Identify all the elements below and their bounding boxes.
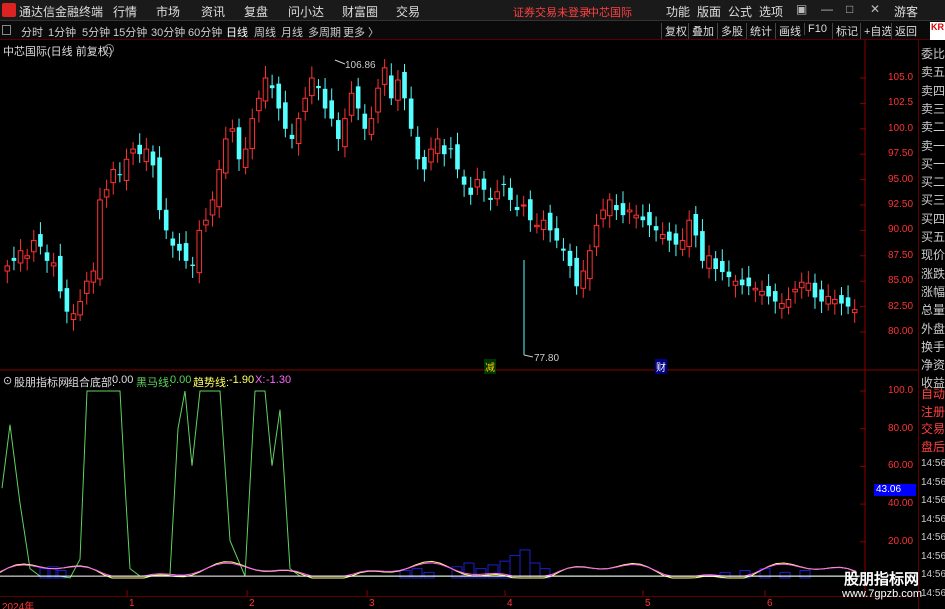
price-tick: 100.0 <box>888 122 914 134</box>
date-month-4: 4 <box>507 598 513 609</box>
side-item: 卖四 <box>921 83 945 98</box>
side-item: 买一 <box>921 156 945 171</box>
price-tick: 85.00 <box>888 275 914 287</box>
date-month-1: 1 <box>129 598 135 609</box>
kline-chart[interactable]: 106.86 77.80 <box>0 0 918 596</box>
side-item: 涨跌 <box>921 266 945 281</box>
price-tick: 95.00 <box>888 173 914 185</box>
watermark-url: www.7gpzb.com <box>842 588 923 600</box>
side-item: 买三 <box>921 193 945 208</box>
side-item: 14:56 <box>921 550 945 562</box>
side-item: 14:56 <box>921 495 945 506</box>
side-item: 14:56 <box>921 458 945 469</box>
watermark-title: 股朋指标网 <box>844 571 920 588</box>
indicator-settings-icon[interactable]: ⊙ <box>3 374 12 387</box>
tag-jian[interactable]: 减 <box>484 359 496 374</box>
side-item: 卖一 <box>921 138 945 153</box>
side-item: 14:56 <box>921 476 945 488</box>
date-month-3: 3 <box>369 598 375 609</box>
indicator-tick: 20.00 <box>888 535 914 547</box>
date-axis: 2024年 1 2 3 4 5 6 <box>0 596 918 609</box>
indicator-tick: 60.00 <box>888 460 914 472</box>
heima-line <box>1 390 860 579</box>
quote-side-panel: 委比 卖五 卖四 卖三 卖二 卖一 买一 买二 买三 买四 买五 现价 涨跌 涨幅 总量 外盘 换手 净资 收益 自动… <box>918 40 945 609</box>
side-item: 现价 <box>921 248 945 263</box>
side-item: 外盘 <box>921 321 945 336</box>
x-value: -1.30 <box>266 374 292 386</box>
indicator-tick: 80.00 <box>888 422 914 434</box>
side-item: 14:56 <box>921 587 945 599</box>
side-item: 卖二 <box>921 120 945 135</box>
date-month-2: 2 <box>249 598 255 609</box>
price-tick: 92.50 <box>888 199 914 210</box>
indicator-tick: 100.0 <box>888 385 914 396</box>
side-item: 委比 <box>921 47 945 61</box>
side-item[interactable]: 自动 <box>921 385 945 402</box>
indicator-current-value: 43.06 <box>874 484 916 496</box>
low-marker: 77.80 <box>523 353 559 364</box>
qushi-value: -1.90 <box>229 374 255 386</box>
qushi-label: 趋势线: <box>193 377 230 389</box>
date-year: 2024年 <box>2 602 35 609</box>
zhuhe-label: 组合底部: <box>68 377 116 389</box>
side-item: 买五 <box>921 230 945 244</box>
side-item: 14:56 <box>921 569 945 580</box>
date-month-6: 6 <box>767 598 773 609</box>
kr-badge[interactable]: KR <box>930 22 945 40</box>
side-item: 14:56 <box>921 532 945 543</box>
side-item: 净资 <box>921 358 945 373</box>
high-label: 106.86 <box>345 60 376 71</box>
indicator-tick: 40.00 <box>888 498 914 510</box>
price-tick: 90.00 <box>888 224 914 236</box>
price-tick: 102.5 <box>888 97 914 109</box>
side-item: 卖三 <box>921 101 945 116</box>
price-tick: 80.00 <box>888 326 914 337</box>
side-item[interactable]: 盘后 <box>921 438 945 455</box>
side-item: 卖五 <box>921 65 945 80</box>
price-tick: 87.50 <box>888 249 914 261</box>
price-tick: 105.0 <box>888 72 914 83</box>
heima-label: 黑马线: <box>136 377 173 389</box>
x-label: X: <box>255 374 266 386</box>
side-item: 换手 <box>921 339 945 354</box>
side-item: 买四 <box>921 211 945 226</box>
price-tick: 97.50 <box>888 148 914 160</box>
tag-cai[interactable]: 财 <box>655 359 667 374</box>
heima-value: 0.00 <box>170 374 192 386</box>
price-tick: 82.50 <box>888 300 914 312</box>
indicator-name: 股朋指标网 <box>14 377 69 389</box>
side-item: 总量 <box>921 303 945 318</box>
date-month-5: 5 <box>645 598 651 609</box>
low-label: 77.80 <box>534 353 559 364</box>
high-marker: 106.86 <box>334 59 376 71</box>
side-item[interactable]: 交易 <box>921 420 945 437</box>
side-item[interactable]: 注册 <box>921 403 945 420</box>
side-item: 买二 <box>921 175 945 190</box>
side-item: 14:56 <box>921 513 945 525</box>
side-item: 涨幅 <box>921 284 945 299</box>
zhuhe-value: 0.00 <box>112 374 134 386</box>
